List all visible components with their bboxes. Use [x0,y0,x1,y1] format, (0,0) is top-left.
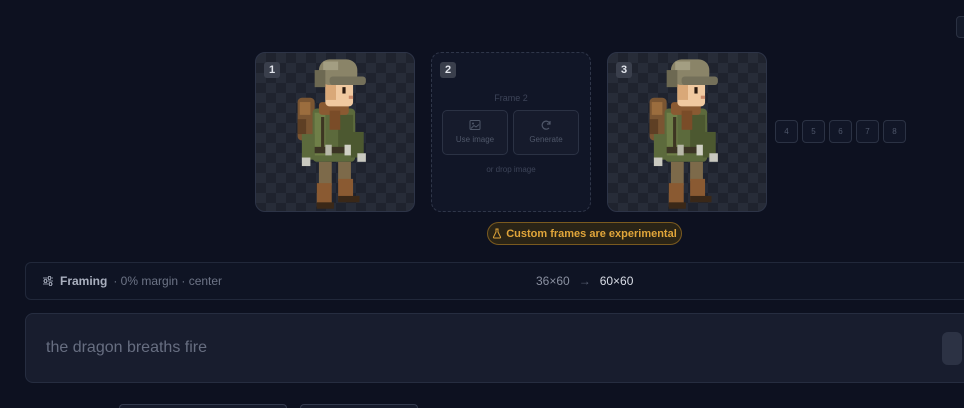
empty-frame-title: Frame 2 [494,93,528,103]
frame-slot-4[interactable]: 4 [775,120,798,143]
framing-bar[interactable]: Framing · 0% margin · center 36×60 → 60×… [25,262,964,300]
drop-image-hint: or drop image [486,165,536,174]
sliders-icon [43,276,53,286]
frame-1[interactable]: 1 [255,52,415,212]
refresh-icon [541,120,551,130]
corner-button[interactable] [956,16,964,38]
image-icon [469,120,481,130]
frame-2[interactable]: 2 Frame 2 Use image Generate or drop ima… [431,52,591,212]
arrow-right-icon: → [578,274,591,288]
frame-slot-7[interactable]: 7 [856,120,879,143]
bottom-tab-2[interactable] [300,404,418,408]
use-image-label: Use image [455,135,495,144]
send-button[interactable] [942,332,962,365]
soldier-sprite [649,59,718,209]
frame-number-badge: 2 [440,62,456,78]
target-size: 60×60 [599,274,634,288]
flask-icon [493,228,502,239]
frame-3[interactable]: 3 [607,52,767,212]
generate-button[interactable]: Generate [513,110,579,155]
framing-detail: · 0% margin · center [113,274,223,288]
soldier-sprite [297,59,366,209]
frame-slot-6[interactable]: 6 [829,120,852,143]
bottom-tab-1[interactable] [119,404,287,408]
prompt-text[interactable]: the dragon breaths fire [46,339,207,357]
frame-slot-5[interactable]: 5 [802,120,825,143]
generate-label: Generate [529,135,563,144]
source-size: 36×60 [536,274,570,288]
prompt-input[interactable]: the dragon breaths fire [25,313,964,383]
experimental-badge: Custom frames are experimental [487,222,682,245]
framing-label: Framing [60,274,108,288]
experimental-text: Custom frames are experimental [506,227,677,240]
frame-slot-8[interactable]: 8 [883,120,906,143]
use-image-button[interactable]: Use image [442,110,508,155]
